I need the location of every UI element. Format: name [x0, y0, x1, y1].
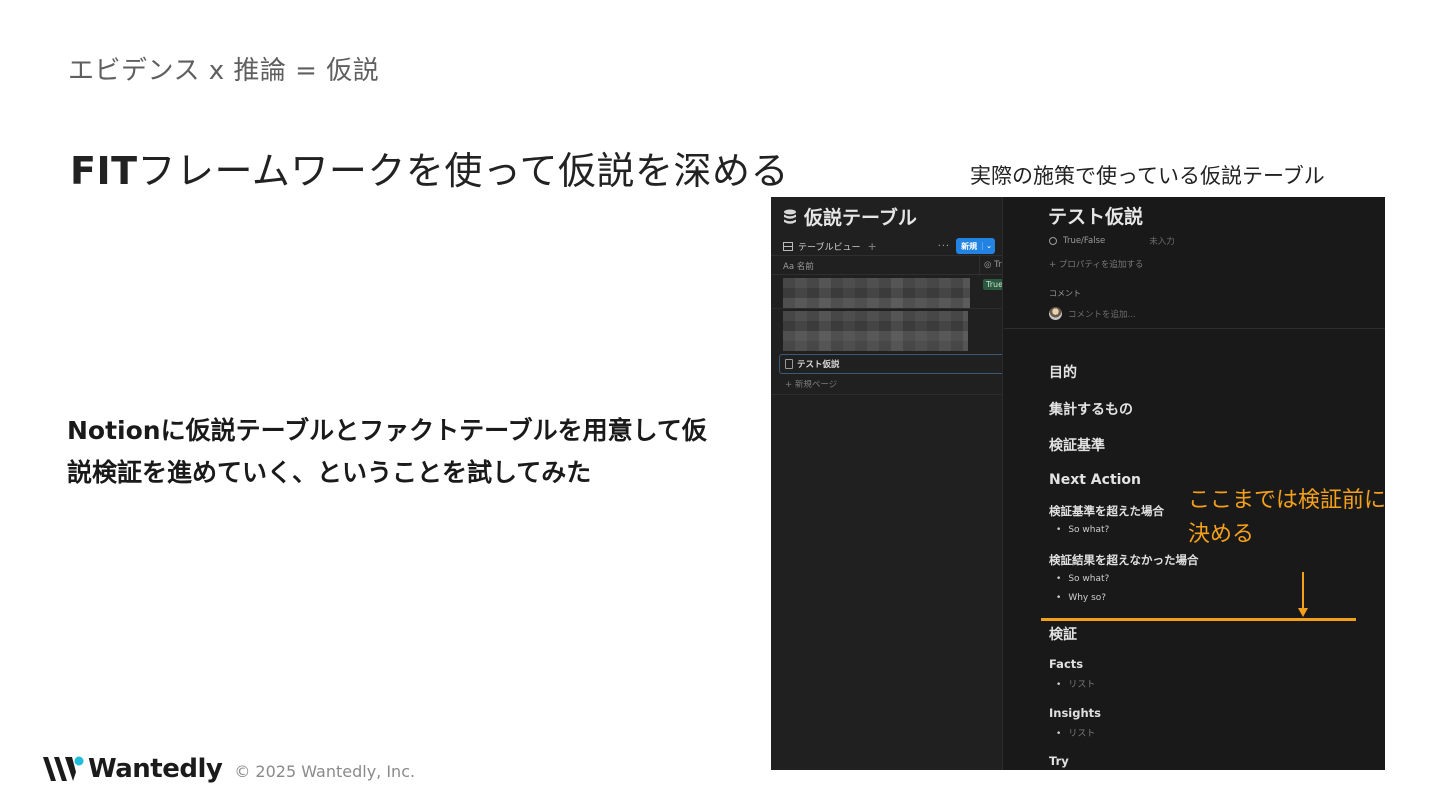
true-tag: True [983, 279, 1002, 290]
property-value[interactable]: 未入力 [1149, 235, 1175, 247]
table-view-icon [783, 241, 793, 251]
database-title: 仮説テーブル [783, 203, 917, 230]
database-icon [784, 209, 796, 224]
row-divider [771, 308, 1002, 309]
column-truefalse-header[interactable]: ◎ Tr [979, 256, 1002, 276]
bullet-list[interactable]: リスト [1056, 726, 1095, 739]
annotation-line-2: 決める [1188, 522, 1255, 547]
body-text: Notionに仮説テーブルとファクトテーブルを用意して仮 説検証を進めていく、と… [67, 410, 727, 494]
subheading-try[interactable]: Try [1049, 754, 1069, 768]
column-truefalse-label: Tr [994, 260, 1002, 270]
heading-next-action[interactable]: Next Action [1049, 472, 1141, 488]
footer: Wantedly © 2025 Wantedly, Inc. [42, 752, 415, 786]
screenshot-caption: 実際の施策で使っている仮説テーブル [970, 164, 1325, 188]
view-toolbar: テーブルビュー + ··· 新規 ⌄ [783, 237, 995, 255]
add-view-button[interactable]: + [867, 240, 876, 253]
new-button[interactable]: 新規 ⌄ [956, 238, 995, 254]
annotation-arrow-head [1298, 608, 1308, 617]
database-pane: 仮説テーブル テーブルビュー + ··· 新規 ⌄ Aa 名前 ◎ Tr Tru… [771, 197, 1003, 770]
table-row-title: テスト仮説 [797, 360, 840, 370]
annotation-line-1: ここまでは検証前に [1188, 488, 1387, 513]
slide-title-rest: フレームワークを使って仮説を深める [137, 149, 789, 193]
table-header: Aa 名前 ◎ Tr [771, 255, 1002, 276]
database-title-text: 仮説テーブル [804, 207, 917, 229]
property-name: True/False [1063, 236, 1106, 246]
avatar [1049, 307, 1062, 320]
add-property-button[interactable]: + プロパティを追加する [1049, 258, 1143, 270]
wantedly-logo-text: Wantedly [88, 754, 223, 784]
more-options-button[interactable]: ··· [938, 241, 951, 252]
slide-title: FITフレームワークを使って仮説を深める [70, 140, 789, 195]
column-name-label: 名前 [796, 262, 814, 272]
slide-title-bold: FIT [70, 149, 138, 193]
new-page-button[interactable]: + 新規ページ [785, 378, 837, 390]
copyright: © 2025 Wantedly, Inc. [234, 761, 416, 781]
property-truefalse[interactable]: True/False 未入力 [1049, 235, 1175, 247]
bullet-why-so[interactable]: Why so? [1056, 593, 1106, 603]
comment-input[interactable]: コメントを追加... [1068, 308, 1136, 320]
heading-purpose[interactable]: 目的 [1049, 362, 1077, 382]
bullet-so-what[interactable]: So what? [1056, 574, 1109, 584]
annotation-divider-line [1041, 618, 1356, 621]
heading-aggregate[interactable]: 集計するもの [1049, 399, 1133, 419]
row-divider [771, 394, 1002, 395]
section-title: エビデンス x 推論 = 仮説 [68, 56, 380, 86]
wantedly-logo-icon [43, 756, 84, 781]
comment-label: コメント [1049, 289, 1081, 298]
annotation-text: ここまでは検証前に 決める [1188, 484, 1386, 552]
comment-row[interactable]: コメントを追加... [1049, 307, 1136, 320]
status-icon: ◎ [984, 260, 995, 270]
column-name-header[interactable]: Aa 名前 [783, 260, 814, 272]
heading-criteria[interactable]: 検証基準 [1049, 435, 1105, 455]
chevron-down-icon[interactable]: ⌄ [982, 242, 995, 250]
divider [1004, 328, 1385, 329]
heading-verification[interactable]: 検証 [1049, 624, 1077, 644]
tab-table-view[interactable]: テーブルビュー [798, 240, 860, 253]
annotation-arrow [1302, 572, 1304, 610]
new-button-label: 新規 [961, 241, 978, 251]
body-text-line-2: 説検証を進めていく、ということを試してみた [67, 458, 592, 487]
page-title[interactable]: テスト仮説 [1048, 202, 1143, 229]
subheading-facts[interactable]: Facts [1049, 657, 1083, 671]
table-row-test-hypothesis[interactable]: テスト仮説 [779, 354, 1002, 374]
document-icon [785, 359, 793, 369]
body-text-line-1: Notionに仮説テーブルとファクトテーブルを用意して仮 [67, 416, 707, 445]
table-row-blurred[interactable] [783, 311, 968, 351]
text-type-icon: Aa [783, 262, 795, 272]
subheading-exceeded[interactable]: 検証基準を超えた場合 [1049, 503, 1164, 519]
subheading-insights[interactable]: Insights [1049, 706, 1101, 720]
bullet-list[interactable]: リスト [1056, 677, 1095, 690]
table-row-blurred[interactable] [783, 278, 970, 308]
bullet-so-what[interactable]: So what? [1056, 525, 1109, 535]
subheading-not-exceeded[interactable]: 検証結果を超えなかった場合 [1049, 552, 1199, 568]
status-icon [1049, 237, 1057, 245]
